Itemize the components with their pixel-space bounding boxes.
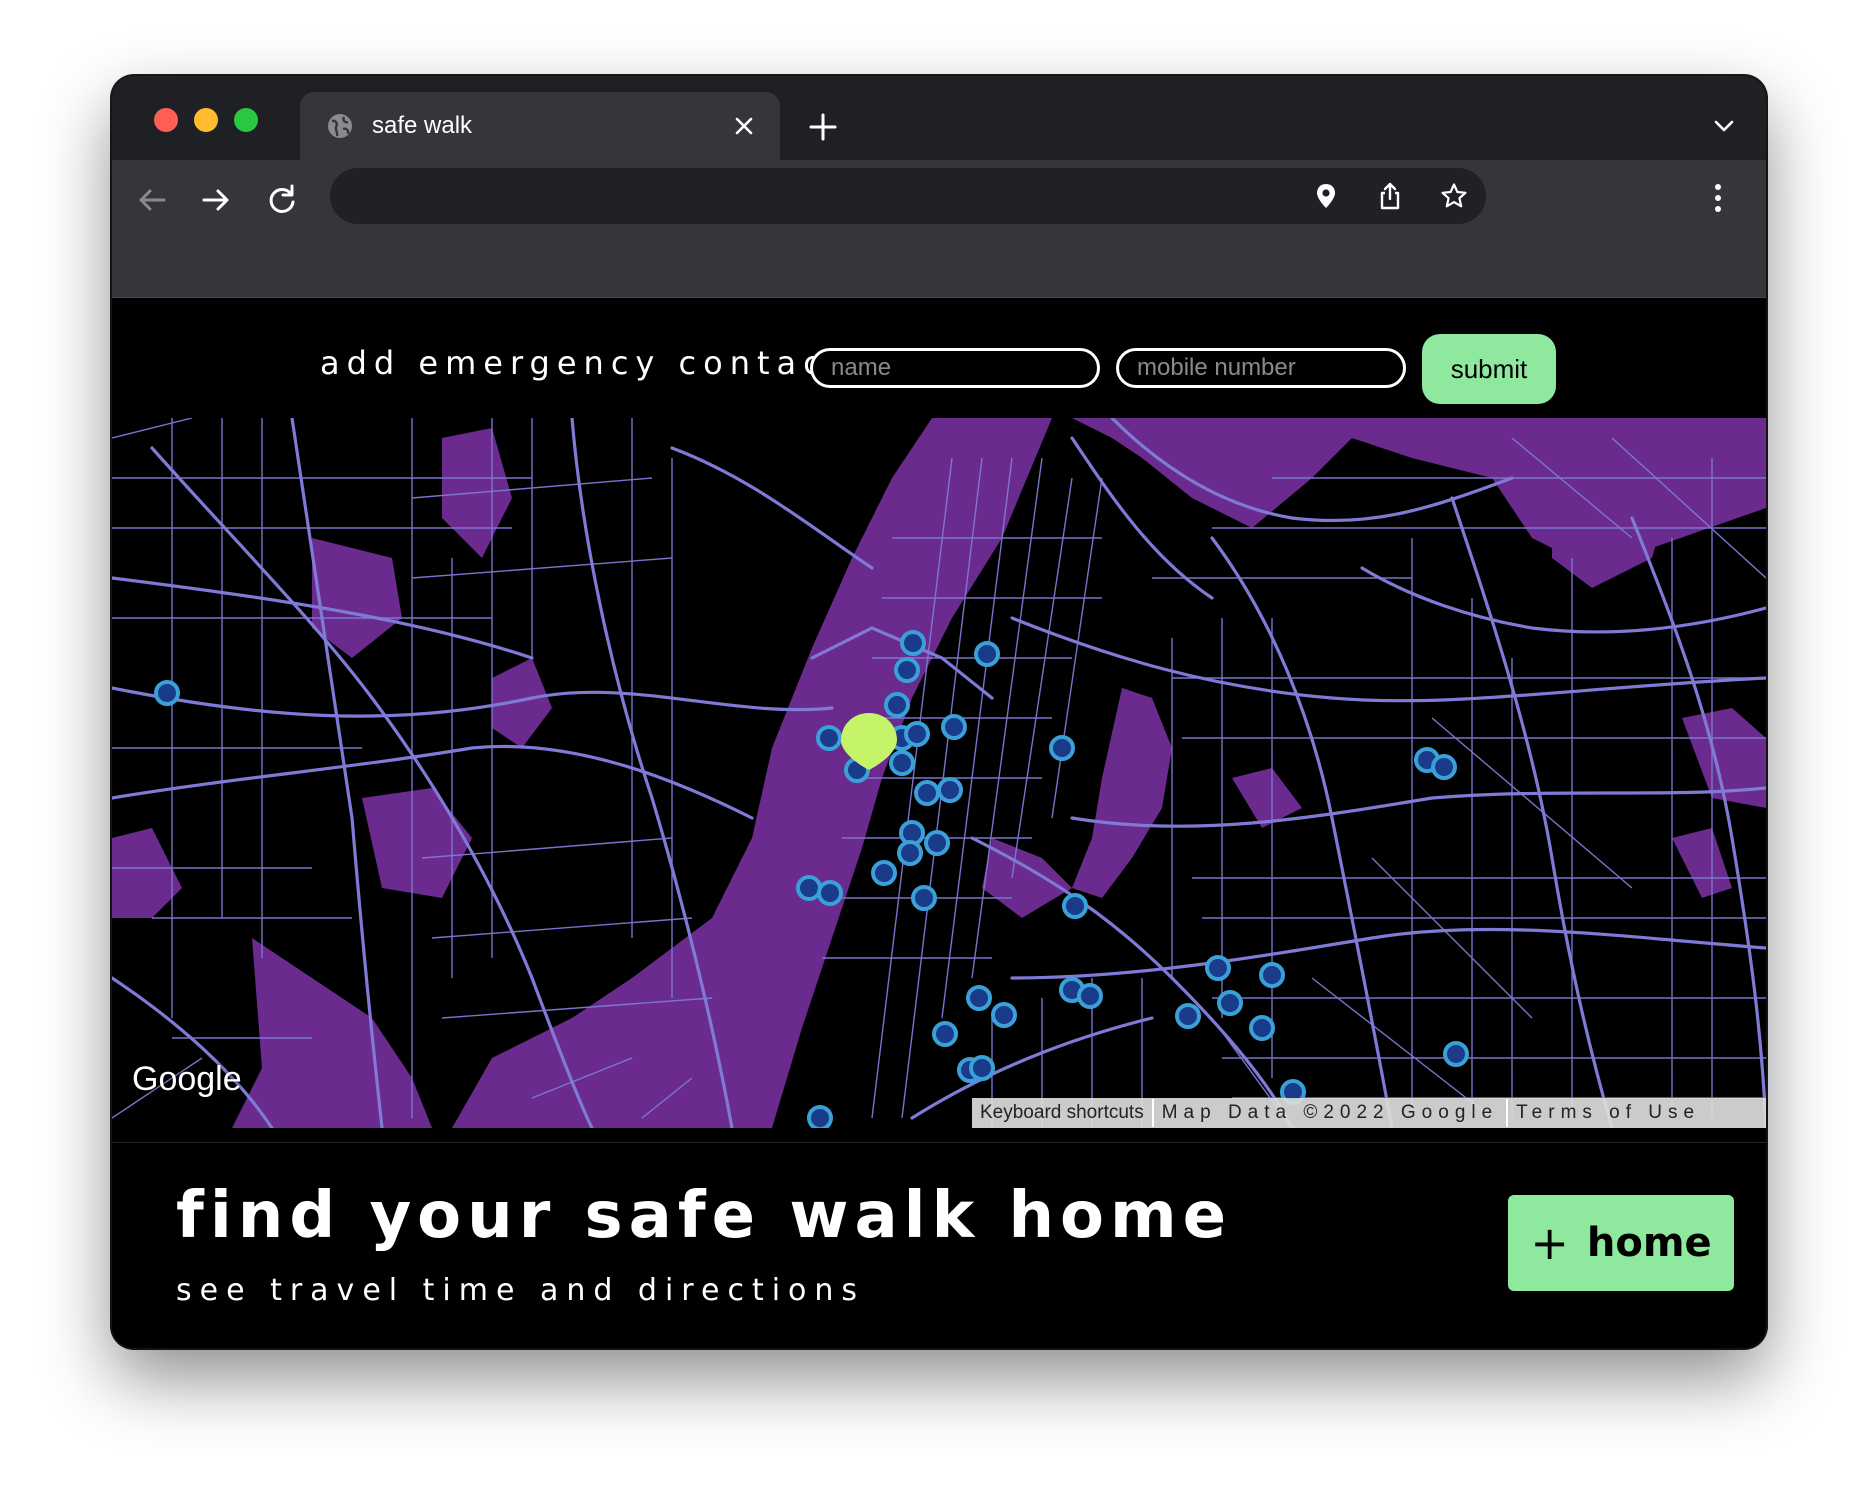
map-attribution: Keyboard shortcuts Map Data ©2022 Google… (972, 1098, 1766, 1128)
chevron-down-icon[interactable] (1712, 116, 1736, 136)
contact-label: add emergency contact (320, 344, 848, 382)
close-tab-icon[interactable] (730, 112, 758, 140)
keyboard-shortcuts-link[interactable]: Keyboard shortcuts (972, 1102, 1152, 1124)
forward-icon[interactable] (198, 182, 234, 218)
browser-window: safe walk add emergency contact name mob… (112, 76, 1766, 1348)
new-tab-icon[interactable] (808, 112, 838, 142)
name-input[interactable] (810, 348, 1100, 388)
map-data-text: Map Data ©2022 Google (1161, 1102, 1499, 1123)
tab-title: safe walk (372, 112, 473, 139)
map-view[interactable]: Google Keyboard shortcuts Map Data ©2022… (112, 418, 1766, 1128)
minimize-window-button[interactable] (194, 108, 218, 132)
back-icon[interactable] (134, 182, 170, 218)
map-canvas (112, 418, 1766, 1128)
globe-icon (328, 114, 352, 138)
google-logo: Google (132, 1060, 242, 1098)
address-bar[interactable] (330, 168, 1486, 224)
zoom-window-button[interactable] (234, 108, 258, 132)
submit-button[interactable]: submit (1422, 334, 1556, 404)
browser-toolbar (112, 160, 1766, 298)
mobile-number-input[interactable] (1116, 348, 1406, 388)
close-window-button[interactable] (154, 108, 178, 132)
browser-tab[interactable]: safe walk (300, 92, 780, 160)
page-content: add emergency contact submit (112, 298, 1766, 1348)
page-title: find your safe walk home (176, 1179, 1233, 1253)
location-pin-icon[interactable] (1312, 182, 1340, 210)
terms-of-use-link[interactable]: Terms of Use (1508, 1102, 1708, 1124)
more-menu-icon[interactable] (1706, 180, 1730, 216)
share-icon[interactable] (1376, 182, 1404, 210)
emergency-contact-bar: add emergency contact submit (112, 298, 1766, 418)
reload-icon[interactable] (264, 182, 300, 218)
plus-icon: + (1530, 1216, 1569, 1270)
home-button-label: home (1586, 1220, 1712, 1266)
destination-card: find your safe walk home see travel time… (112, 1142, 1766, 1348)
home-button[interactable]: + home (1508, 1195, 1734, 1291)
page-subtitle: see travel time and directions (176, 1273, 866, 1308)
bookmark-star-icon[interactable] (1440, 182, 1468, 210)
title-bar: safe walk (112, 76, 1766, 160)
